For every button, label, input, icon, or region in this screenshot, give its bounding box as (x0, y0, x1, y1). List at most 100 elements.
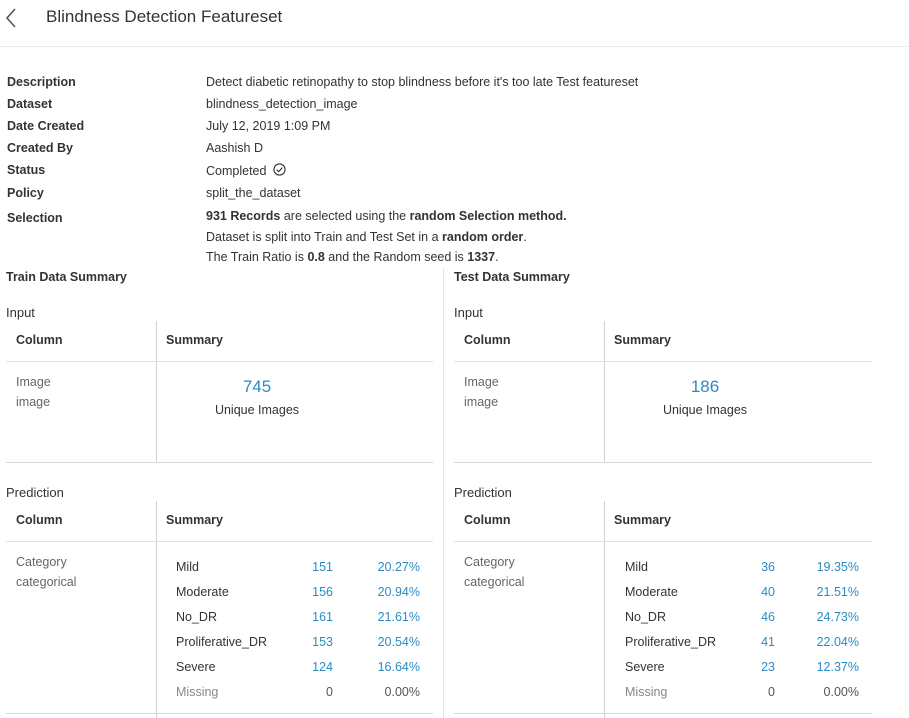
test-pct-missing: 0.00% (823, 685, 859, 699)
meta-label-description: Description (7, 75, 76, 89)
train-input-col-type: image (16, 395, 51, 409)
train-cat-severe: Severe (176, 660, 216, 674)
back-button[interactable] (2, 6, 22, 30)
test-pred-col-name: Category (464, 555, 515, 569)
train-input-summary-header: Summary (166, 333, 223, 347)
train-cat-mild: Mild (176, 560, 199, 574)
selection-method: random Selection method. (409, 209, 567, 223)
selection-text: . (495, 250, 499, 264)
test-pred-header-rule (454, 541, 872, 542)
test-count-moderate: 40 (761, 585, 775, 599)
test-unique-label: Unique Images (662, 403, 748, 417)
selection-text: The Train Ratio is (206, 250, 308, 264)
train-prediction-label: Prediction (6, 485, 64, 500)
test-count-no-dr: 46 (761, 610, 775, 624)
train-pred-column-header: Column (16, 513, 63, 527)
test-pred-summary-header: Summary (614, 513, 671, 527)
test-cat-no-dr: No_DR (625, 610, 666, 624)
train-cat-missing: Missing (176, 685, 219, 699)
page-title: Blindness Detection Featureset (46, 7, 283, 26)
train-count-mild: 151 (312, 560, 333, 574)
test-input-col-divider (604, 321, 605, 462)
test-input-col-name: Image (464, 375, 499, 389)
test-input-bottom-rule (454, 462, 872, 463)
selection-line-3: The Train Ratio is 0.8 and the Random se… (206, 250, 499, 264)
train-pred-col-divider (156, 501, 157, 718)
train-unique-count: 745 (242, 377, 272, 396)
test-pred-bottom-rule (454, 713, 872, 714)
train-cat-moderate: Moderate (176, 585, 229, 599)
meta-label-created-by: Created By (7, 141, 73, 155)
test-cat-proliferative-dr: Proliferative_DR (625, 635, 717, 649)
test-pred-col-divider (604, 501, 605, 718)
selection-records: 931 Records (206, 209, 281, 223)
test-pred-column-header: Column (464, 513, 511, 527)
meta-label-date-created: Date Created (7, 119, 85, 133)
train-pct-mild: 20.27% (377, 560, 420, 574)
meta-value-dataset: blindness_detection_image (206, 97, 358, 111)
test-count-proliferative-dr: 41 (761, 635, 775, 649)
train-count-moderate: 156 (312, 585, 333, 599)
header-divider (0, 46, 909, 47)
meta-label-selection: Selection (7, 211, 63, 225)
selection-text: Dataset is split into Train and Test Set… (206, 230, 443, 244)
test-summary-title: Test Data Summary (454, 270, 570, 284)
test-cat-moderate: Moderate (625, 585, 678, 599)
test-cat-severe: Severe (625, 660, 665, 674)
status-text: Completed (206, 164, 267, 178)
train-ratio: 0.8 (307, 250, 325, 264)
train-pct-no-dr: 21.61% (377, 610, 420, 624)
train-cat-no-dr: No_DR (176, 610, 217, 624)
selection-text: . (523, 230, 527, 244)
check-circle-icon (273, 163, 286, 176)
meta-label-policy: Policy (7, 186, 44, 200)
train-pct-severe: 16.64% (377, 660, 420, 674)
test-pct-severe: 12.37% (816, 660, 859, 674)
train-count-missing: 0 (326, 685, 333, 699)
test-pct-moderate: 21.51% (816, 585, 859, 599)
chevron-left-icon (5, 8, 16, 28)
meta-value-status: Completed (206, 163, 286, 178)
train-count-no-dr: 161 (312, 610, 333, 624)
train-pred-bottom-rule (6, 713, 433, 714)
test-input-col-type: image (464, 395, 499, 409)
test-input-summary-header: Summary (614, 333, 671, 347)
selection-text: and the Random seed is (324, 250, 468, 264)
selection-text: are selected using the (280, 209, 410, 223)
train-pct-proliferative-dr: 20.54% (377, 635, 420, 649)
train-unique-label: Unique Images (214, 403, 300, 417)
test-input-label: Input (454, 305, 483, 320)
test-count-missing: 0 (768, 685, 775, 699)
train-summary-title: Train Data Summary (6, 270, 127, 284)
test-pct-proliferative-dr: 22.04% (816, 635, 859, 649)
selection-line-2: Dataset is split into Train and Test Set… (206, 230, 527, 244)
meta-label-dataset: Dataset (7, 97, 53, 111)
selection-line-1: 931 Records are selected using the rando… (206, 209, 567, 223)
train-input-col-name: Image (16, 375, 51, 389)
train-cat-proliferative-dr: Proliferative_DR (176, 635, 268, 649)
train-pred-header-rule (6, 541, 433, 542)
test-pred-col-type: categorical (464, 575, 525, 589)
train-count-proliferative-dr: 153 (312, 635, 333, 649)
test-input-column-header: Column (464, 333, 511, 347)
train-pred-col-name: Category (16, 555, 67, 569)
test-count-mild: 36 (761, 560, 775, 574)
train-pct-missing: 0.00% (384, 685, 420, 699)
random-seed: 1337 (467, 250, 496, 264)
train-input-column-header: Column (16, 333, 63, 347)
train-count-severe: 124 (312, 660, 333, 674)
meta-value-date-created: July 12, 2019 1:09 PM (206, 119, 331, 133)
meta-value-policy: split_the_dataset (206, 186, 301, 200)
train-input-header-rule (6, 361, 433, 362)
train-input-col-divider (156, 321, 157, 462)
test-input-header-rule (454, 361, 872, 362)
train-input-label: Input (6, 305, 35, 320)
meta-value-description: Detect diabetic retinopathy to stop blin… (206, 75, 639, 89)
panel-divider (443, 268, 444, 718)
test-pct-no-dr: 24.73% (816, 610, 859, 624)
test-prediction-label: Prediction (454, 485, 512, 500)
test-count-severe: 23 (761, 660, 775, 674)
test-unique-count: 186 (690, 377, 720, 396)
meta-value-created-by: Aashish D (206, 141, 263, 155)
meta-label-status: Status (7, 163, 46, 177)
